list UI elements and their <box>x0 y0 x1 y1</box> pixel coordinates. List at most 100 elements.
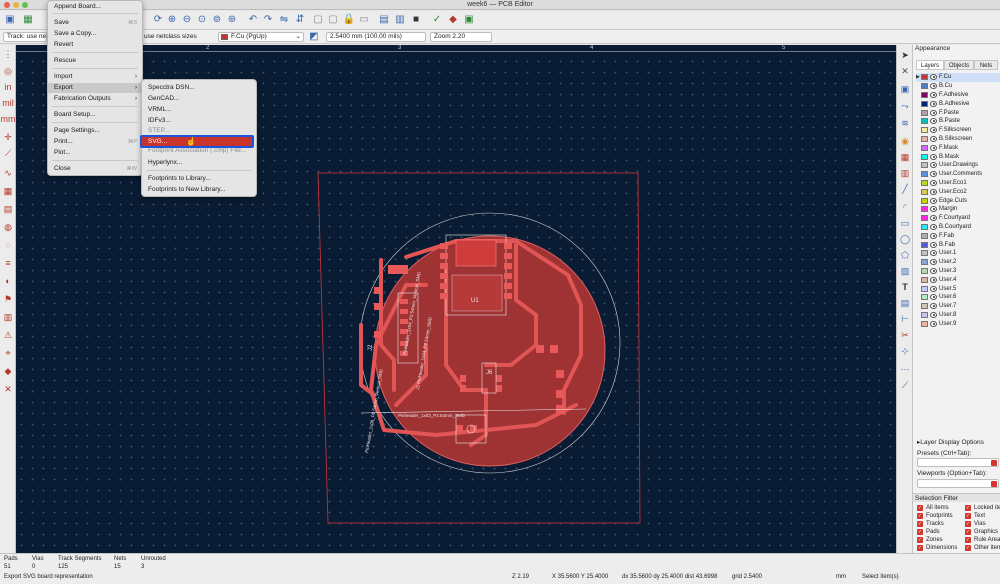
draw-arc-icon[interactable]: ◜ <box>899 201 911 213</box>
viewports-select[interactable] <box>917 479 999 488</box>
layer-color-swatch[interactable] <box>921 197 928 204</box>
layer-select[interactable]: F.Cu (PgUp) ⌄ <box>218 32 304 42</box>
zone-fill-icon[interactable]: ▦ <box>2 185 14 197</box>
layer-row[interactable]: User.8 <box>916 311 1000 320</box>
measure-tool-icon[interactable]: ⟋ <box>899 379 911 391</box>
menu-item-gencad[interactable]: GenCAD... <box>142 94 256 104</box>
add-via-icon[interactable]: ◉ <box>899 135 911 147</box>
high-contrast-icon[interactable]: ◐ <box>2 275 14 287</box>
netlist-icon[interactable]: ▤ <box>378 14 390 26</box>
visibility-eye-icon[interactable] <box>930 144 937 151</box>
layer-color-swatch[interactable] <box>921 241 928 248</box>
visibility-eye-icon[interactable] <box>930 74 937 81</box>
checkbox-checked-icon[interactable]: ✓ <box>965 529 971 535</box>
menu-item-specctra-dsn[interactable]: Specctra DSN... <box>142 83 256 93</box>
rotate-cw-icon[interactable]: ↷ <box>262 14 274 26</box>
menu-item-idfv3[interactable]: IDFv3... <box>142 116 256 126</box>
selection-filter-checkbox[interactable]: ✓Rule Areas <box>965 536 1000 544</box>
ratsnest-icon[interactable]: ⟋ <box>2 147 14 159</box>
selection-filter-checkbox[interactable]: ✓ Vias <box>965 520 986 528</box>
polar-coords-icon[interactable]: ◎ <box>2 65 14 77</box>
layer-row[interactable]: User.6 <box>916 293 1000 302</box>
layer-color-swatch[interactable] <box>921 267 928 274</box>
selection-filter-checkbox[interactable]: ✓ Pads <box>917 528 940 536</box>
menu-item-hyperlynx[interactable]: Hyperlynx... <box>142 158 256 168</box>
visibility-eye-icon[interactable] <box>930 285 937 292</box>
visibility-eye-icon[interactable] <box>930 232 937 239</box>
tab-layers[interactable]: Layers <box>916 60 944 70</box>
visibility-eye-icon[interactable] <box>930 206 937 213</box>
zoom-out-icon[interactable]: ⊖ <box>181 14 193 26</box>
layer-row[interactable]: B.Mask <box>916 152 1000 161</box>
layer-row[interactable]: ▶ F.Cu <box>916 73 1000 82</box>
layer-row[interactable]: User.Eco1 <box>916 179 1000 188</box>
layer-row[interactable]: User.7 <box>916 302 1000 311</box>
add-textbox-icon[interactable]: ▤ <box>899 297 911 309</box>
menu-item-fabrication-outputs[interactable]: Fabrication Outputs › <box>48 94 142 104</box>
layer-row[interactable]: F.Adhesive <box>916 91 1000 100</box>
track-width-select[interactable]: Track: use net <box>3 32 47 42</box>
local-ratsnest-icon[interactable]: ✕ <box>899 65 911 77</box>
zoom-fit-icon[interactable]: ⊙ <box>196 14 208 26</box>
selection-filter-checkbox[interactable]: ✓Locked items <box>965 504 1000 512</box>
add-text-icon[interactable]: T <box>899 281 911 293</box>
layer-color-swatch[interactable] <box>921 206 928 213</box>
menu-item-revert[interactable]: Revert <box>48 40 142 50</box>
draw-rect-icon[interactable]: ▭ <box>899 217 911 229</box>
scripting-icon[interactable]: ◆ <box>447 14 459 26</box>
selection-filter-checkbox[interactable]: ✓ Footprints <box>917 512 953 520</box>
layer-color-swatch[interactable] <box>921 135 928 142</box>
layer-color-swatch[interactable] <box>921 127 928 134</box>
set-origin-icon[interactable]: ⊹ <box>899 345 911 357</box>
layer-color-icon[interactable]: ◆ <box>2 365 14 377</box>
layer-color-swatch[interactable] <box>921 215 928 222</box>
plugin-icon[interactable]: ▣ <box>463 14 475 26</box>
layer-color-swatch[interactable] <box>921 100 928 107</box>
layer-row[interactable]: B.Adhesive <box>916 99 1000 108</box>
layer-row[interactable]: User.4 <box>916 275 1000 284</box>
visibility-eye-icon[interactable] <box>930 100 937 107</box>
checkbox-checked-icon[interactable]: ✓ <box>917 521 923 527</box>
menu-item-save[interactable]: Save ⌘S <box>48 18 142 28</box>
layer-row[interactable]: F.Courtyard <box>916 214 1000 223</box>
layer-color-swatch[interactable] <box>921 91 928 98</box>
layer-row[interactable]: Margin <box>916 205 1000 214</box>
layers-manager-icon[interactable]: ▥ <box>2 311 14 323</box>
visibility-eye-icon[interactable] <box>930 83 937 90</box>
layer-row[interactable]: User.1 <box>916 249 1000 258</box>
checkbox-checked-icon[interactable]: ✓ <box>917 529 923 535</box>
layer-color-swatch[interactable] <box>921 109 928 116</box>
visibility-eye-icon[interactable] <box>930 250 937 257</box>
layer-row[interactable]: User.9 <box>916 319 1000 328</box>
checkbox-checked-icon[interactable]: ✓ <box>965 505 971 511</box>
rotate-ccw-icon[interactable]: ↶ <box>247 14 259 26</box>
layer-row[interactable]: B.Courtyard <box>916 223 1000 232</box>
checkbox-checked-icon[interactable]: ✓ <box>965 545 971 551</box>
menu-item-board-setup[interactable]: Board Setup... <box>48 110 142 120</box>
zoom-in-icon[interactable]: ⊕ <box>166 14 178 26</box>
visibility-eye-icon[interactable] <box>930 276 937 283</box>
3d-viewer-icon[interactable]: ■ <box>410 14 422 26</box>
add-footprint-icon[interactable]: ▣ <box>899 83 911 95</box>
draw-polygon-icon[interactable]: ⬠ <box>899 249 911 261</box>
checkbox-checked-icon[interactable]: ✓ <box>917 545 923 551</box>
checkbox-checked-icon[interactable]: ✓ <box>917 513 923 519</box>
select-arrow-icon[interactable]: ➤ <box>899 49 911 61</box>
menu-item-save-copy[interactable]: Save a Copy... <box>48 29 142 39</box>
grid-origin-icon[interactable]: ⋯ <box>899 363 911 375</box>
layer-color-swatch[interactable] <box>921 232 928 239</box>
layer-color-swatch[interactable] <box>921 320 928 327</box>
ungroup-icon[interactable]: ▢ <box>327 14 339 26</box>
menu-item-close[interactable]: Close ⌘W <box>48 164 142 174</box>
refresh-icon[interactable]: ⟳ <box>152 14 164 26</box>
selection-filter-checkbox[interactable]: ✓ Text <box>965 512 985 520</box>
checkbox-checked-icon[interactable]: ✓ <box>965 513 971 519</box>
layer-color-swatch[interactable] <box>921 303 928 310</box>
visibility-eye-icon[interactable] <box>930 127 937 134</box>
layer-color-swatch[interactable] <box>921 188 928 195</box>
visibility-eye-icon[interactable] <box>930 259 937 266</box>
layer-row[interactable]: User.Comments <box>916 170 1000 179</box>
zoom-objects-icon[interactable]: ⊚ <box>211 14 223 26</box>
visibility-eye-icon[interactable] <box>930 267 937 274</box>
menu-item-footprints-to-library[interactable]: Footprints to Library... <box>142 174 256 184</box>
